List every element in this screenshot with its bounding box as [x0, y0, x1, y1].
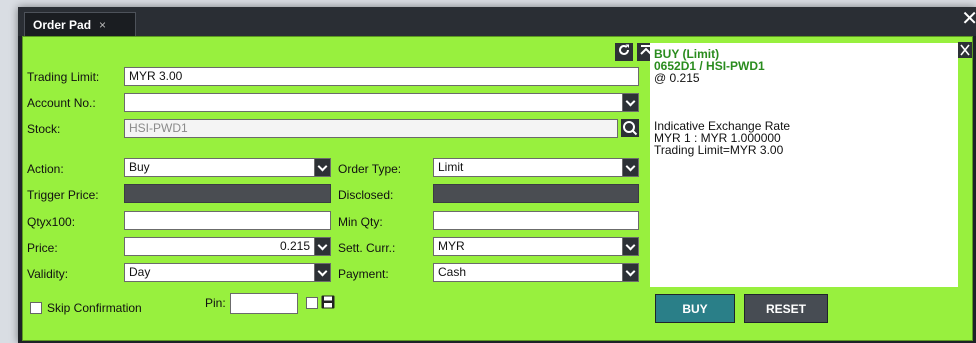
disclosed-label: Disclosed:: [338, 188, 394, 202]
search-icon[interactable]: [621, 118, 639, 138]
account-no-label: Account No.:: [27, 96, 96, 110]
stock-label: Stock:: [27, 122, 61, 136]
stock-field[interactable]: HSI-PWD1: [124, 119, 618, 138]
validity-select[interactable]: Day: [124, 263, 331, 282]
trading-limit-label: Trading Limit:: [27, 70, 100, 84]
disclosed-field: [433, 184, 639, 203]
qty-label: Qtyx100:: [27, 215, 76, 229]
order-pad-window: Order Pad × ✕ Trading Limit: MYR 3.00 Acc…: [18, 7, 976, 343]
action-dropdown-icon[interactable]: [314, 159, 330, 176]
payment-select[interactable]: Cash: [433, 263, 639, 282]
qty-field[interactable]: [124, 211, 331, 230]
window-close-icon[interactable]: ✕: [961, 9, 976, 29]
order-summary-panel: BUY (Limit) 0652D1 / HSI-PWD1 @ 0.215 In…: [650, 42, 972, 287]
price-dropdown-icon[interactable]: [314, 238, 330, 255]
sett-curr-select[interactable]: MYR: [433, 237, 639, 256]
account-no-select[interactable]: [124, 93, 639, 112]
trigger-price-field: [124, 184, 331, 203]
save-icon[interactable]: [321, 295, 335, 309]
pin-checkbox[interactable]: [306, 297, 318, 309]
tab-order-pad[interactable]: Order Pad ×: [24, 12, 136, 36]
tab-close-icon[interactable]: ×: [99, 18, 106, 32]
price-field[interactable]: 0.215: [124, 237, 331, 256]
skip-confirmation-label[interactable]: Skip Confirmation: [47, 301, 142, 315]
trading-limit-summary-text: Trading Limit=MYR 3.00: [654, 143, 784, 157]
buy-button[interactable]: BUY: [655, 294, 735, 323]
order-form-panel: Trading Limit: MYR 3.00 Account No.: Sto…: [22, 36, 973, 341]
order-type-select[interactable]: Limit: [433, 158, 639, 177]
tab-label: Order Pad: [33, 18, 92, 32]
pin-label: Pin:: [205, 296, 226, 310]
payment-label: Payment:: [338, 267, 389, 281]
order-price-text: @ 0.215: [654, 71, 700, 85]
refresh-icon[interactable]: [615, 43, 633, 61]
order-type-dropdown-icon[interactable]: [622, 159, 638, 176]
skip-confirmation-checkbox[interactable]: [30, 302, 42, 314]
pin-field[interactable]: [230, 293, 298, 314]
min-qty-label: Min Qty:: [338, 215, 383, 229]
window-titlebar: Order Pad × ✕: [18, 7, 976, 36]
action-label: Action:: [27, 162, 64, 176]
expand-icon[interactable]: [958, 42, 972, 58]
order-type-label: Order Type:: [338, 162, 402, 176]
price-label: Price:: [27, 241, 58, 255]
account-no-dropdown-icon[interactable]: [622, 94, 638, 111]
validity-dropdown-icon[interactable]: [314, 264, 330, 281]
min-qty-field[interactable]: [433, 211, 639, 230]
reset-button[interactable]: RESET: [744, 294, 828, 323]
trigger-price-label: Trigger Price:: [27, 188, 99, 202]
validity-label: Validity:: [27, 267, 69, 281]
action-select[interactable]: Buy: [124, 158, 331, 177]
sett-curr-label: Sett. Curr.:: [338, 241, 396, 255]
trading-limit-field[interactable]: MYR 3.00: [124, 67, 639, 86]
sett-curr-dropdown-icon[interactable]: [622, 238, 638, 255]
payment-dropdown-icon[interactable]: [622, 264, 638, 281]
